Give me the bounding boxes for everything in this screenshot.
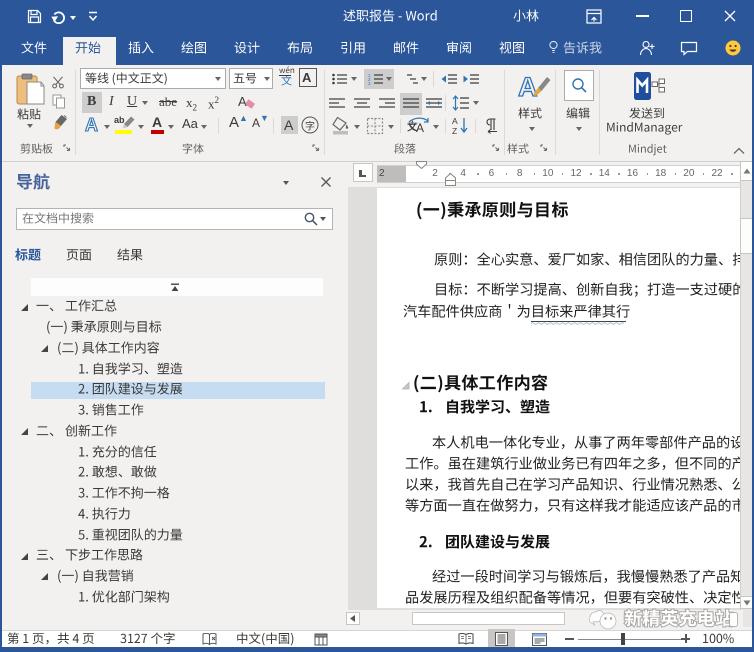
svg-text:A: A bbox=[452, 116, 458, 126]
svg-text:Z: Z bbox=[452, 126, 457, 135]
svg-text:A: A bbox=[238, 94, 247, 109]
svg-text:A: A bbox=[85, 115, 98, 134]
svg-text:A: A bbox=[518, 72, 538, 102]
svg-text:ab: ab bbox=[114, 115, 125, 125]
svg-text:3: 3 bbox=[368, 81, 371, 85]
